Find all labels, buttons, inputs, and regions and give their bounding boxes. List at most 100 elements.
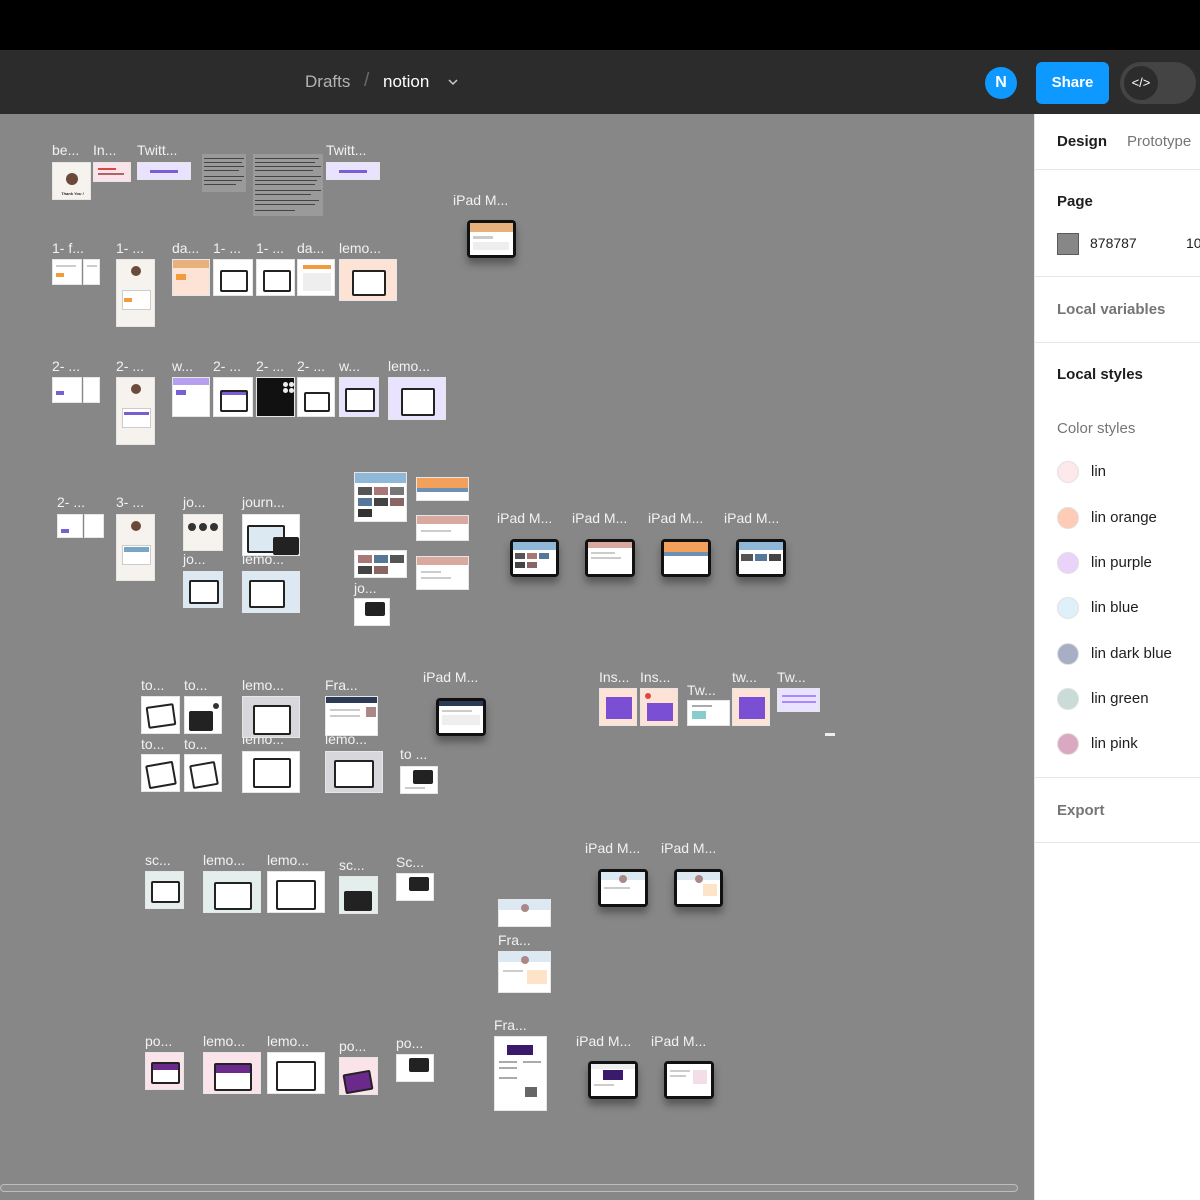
frame-label[interactable]: w... [172, 358, 193, 374]
frame-label[interactable]: sc... [339, 857, 365, 873]
frame-thumbnail[interactable] [116, 259, 155, 327]
frame-thumbnail[interactable] [297, 377, 335, 417]
horizontal-scrollbar[interactable] [0, 1184, 1018, 1192]
frame-label[interactable]: to... [184, 736, 207, 752]
page-color-hex[interactable]: 878787 [1090, 235, 1137, 251]
color-style-item[interactable]: lin blue [1057, 595, 1200, 619]
frame-thumbnail[interactable] [256, 377, 295, 417]
frame-thumbnail[interactable] [83, 377, 100, 403]
frame-label[interactable]: lemo... [267, 1033, 309, 1049]
frame-thumbnail[interactable] [256, 259, 295, 296]
frame-label[interactable]: 1- ... [116, 240, 144, 256]
frame-thumbnail[interactable] [339, 377, 379, 417]
frame-label[interactable]: 2- ... [52, 358, 80, 374]
frame-label[interactable]: lemo... [267, 852, 309, 868]
frame-thumbnail[interactable] [145, 1052, 184, 1090]
frame-thumbnail[interactable] [242, 751, 300, 793]
frame-thumbnail[interactable] [242, 696, 300, 738]
frame-label[interactable]: 3- ... [116, 494, 144, 510]
frame-thumbnail[interactable] [83, 259, 100, 285]
frame-thumbnail[interactable] [242, 571, 300, 613]
frame-thumbnail[interactable] [825, 733, 835, 736]
local-variables[interactable]: Local variables [1057, 301, 1165, 318]
frame-label[interactable]: jo... [183, 494, 206, 510]
frame-thumbnail[interactable] [213, 259, 253, 296]
frame-label[interactable]: to... [184, 677, 207, 693]
frame-label[interactable]: to... [141, 677, 164, 693]
frame-label[interactable]: po... [339, 1038, 366, 1054]
frame-thumbnail[interactable] [183, 514, 223, 551]
text-frame[interactable] [202, 154, 246, 192]
frame-thumbnail[interactable]: Thank You ! [52, 162, 91, 200]
ipad-mockup[interactable] [736, 539, 786, 577]
dev-mode-toggle[interactable]: </> [1120, 62, 1196, 104]
frame-label[interactable]: Ins... [640, 669, 670, 685]
frame-label[interactable]: to ... [400, 746, 427, 762]
frame-label[interactable]: Fra... [498, 932, 531, 948]
frame-thumbnail[interactable] [416, 477, 469, 501]
frame-label[interactable]: iPad M... [661, 840, 716, 856]
frame-label[interactable]: jo... [183, 551, 206, 567]
ipad-mockup[interactable] [598, 869, 648, 907]
breadcrumb-drafts[interactable]: Drafts [305, 72, 350, 92]
frame-label[interactable]: 1- ... [256, 240, 284, 256]
frame-label[interactable]: lemo... [242, 677, 284, 693]
frame-label[interactable]: 2- ... [256, 358, 284, 374]
frame-label[interactable]: Twitt... [137, 142, 177, 158]
frame-thumbnail[interactable] [325, 751, 383, 793]
frame-label[interactable]: 2- ... [116, 358, 144, 374]
frame-thumbnail[interactable] [137, 162, 191, 180]
frame-label[interactable]: da... [172, 240, 199, 256]
color-style-item[interactable]: lin dark blue [1057, 641, 1200, 665]
frame-thumbnail[interactable] [400, 766, 438, 794]
frame-thumbnail[interactable] [141, 696, 180, 734]
frame-thumbnail[interactable] [183, 571, 223, 608]
frame-label[interactable]: In... [93, 142, 116, 158]
frame-thumbnail[interactable] [498, 899, 551, 927]
frame-thumbnail[interactable] [184, 754, 222, 792]
frame-label[interactable]: Fra... [325, 677, 358, 693]
frame-label[interactable]: iPad M... [497, 510, 552, 526]
chevron-down-icon[interactable] [448, 78, 458, 86]
frame-label[interactable]: Ins... [599, 669, 629, 685]
canvas[interactable]: be... In... Twitt... Twitt... iPad M... … [0, 114, 1034, 1200]
ipad-mockup[interactable] [588, 1061, 638, 1099]
frame-thumbnail[interactable] [396, 1054, 434, 1082]
ipad-mockup[interactable] [436, 698, 486, 736]
frame-thumbnail[interactable] [267, 1052, 325, 1094]
frame-thumbnail[interactable] [172, 377, 210, 417]
text-frame[interactable] [253, 154, 323, 216]
color-style-item[interactable]: lin pink [1057, 731, 1200, 755]
frame-thumbnail[interactable] [172, 259, 210, 296]
color-style-item[interactable]: lin green [1057, 686, 1200, 710]
page-color-swatch[interactable] [1057, 233, 1079, 255]
frame-thumbnail[interactable] [184, 696, 222, 734]
frame-label[interactable]: journ... [242, 494, 285, 510]
frame-thumbnail[interactable] [203, 1052, 261, 1094]
page-color-opacity[interactable]: 10 [1186, 235, 1200, 251]
frame-label[interactable]: 1- f... [52, 240, 84, 256]
frame-thumbnail[interactable] [141, 754, 180, 792]
ipad-mockup[interactable] [661, 539, 711, 577]
frame-label[interactable]: tw... [732, 669, 757, 685]
frame-label[interactable]: Twitt... [326, 142, 366, 158]
frame-label[interactable]: 2- ... [213, 358, 241, 374]
frame-label[interactable]: po... [145, 1033, 172, 1049]
file-name[interactable]: notion [383, 72, 429, 92]
frame-thumbnail[interactable] [57, 514, 83, 538]
frame-label[interactable]: iPad M... [724, 510, 779, 526]
frame-label[interactable]: Tw... [777, 669, 806, 685]
avatar[interactable]: N [985, 67, 1017, 99]
frame-label[interactable]: w... [339, 358, 360, 374]
frame-label[interactable]: Tw... [687, 682, 716, 698]
frame-thumbnail[interactable] [599, 688, 637, 726]
frame-thumbnail[interactable] [52, 377, 82, 403]
frame-thumbnail[interactable] [494, 1036, 547, 1111]
frame-thumbnail[interactable] [354, 598, 390, 626]
frame-label[interactable]: be... [52, 142, 79, 158]
frame-label[interactable]: lemo... [339, 240, 381, 256]
frame-thumbnail[interactable] [777, 688, 820, 712]
tab-prototype[interactable]: Prototype [1127, 133, 1191, 150]
frame-thumbnail[interactable] [93, 162, 131, 182]
frame-thumbnail[interactable] [339, 876, 378, 914]
